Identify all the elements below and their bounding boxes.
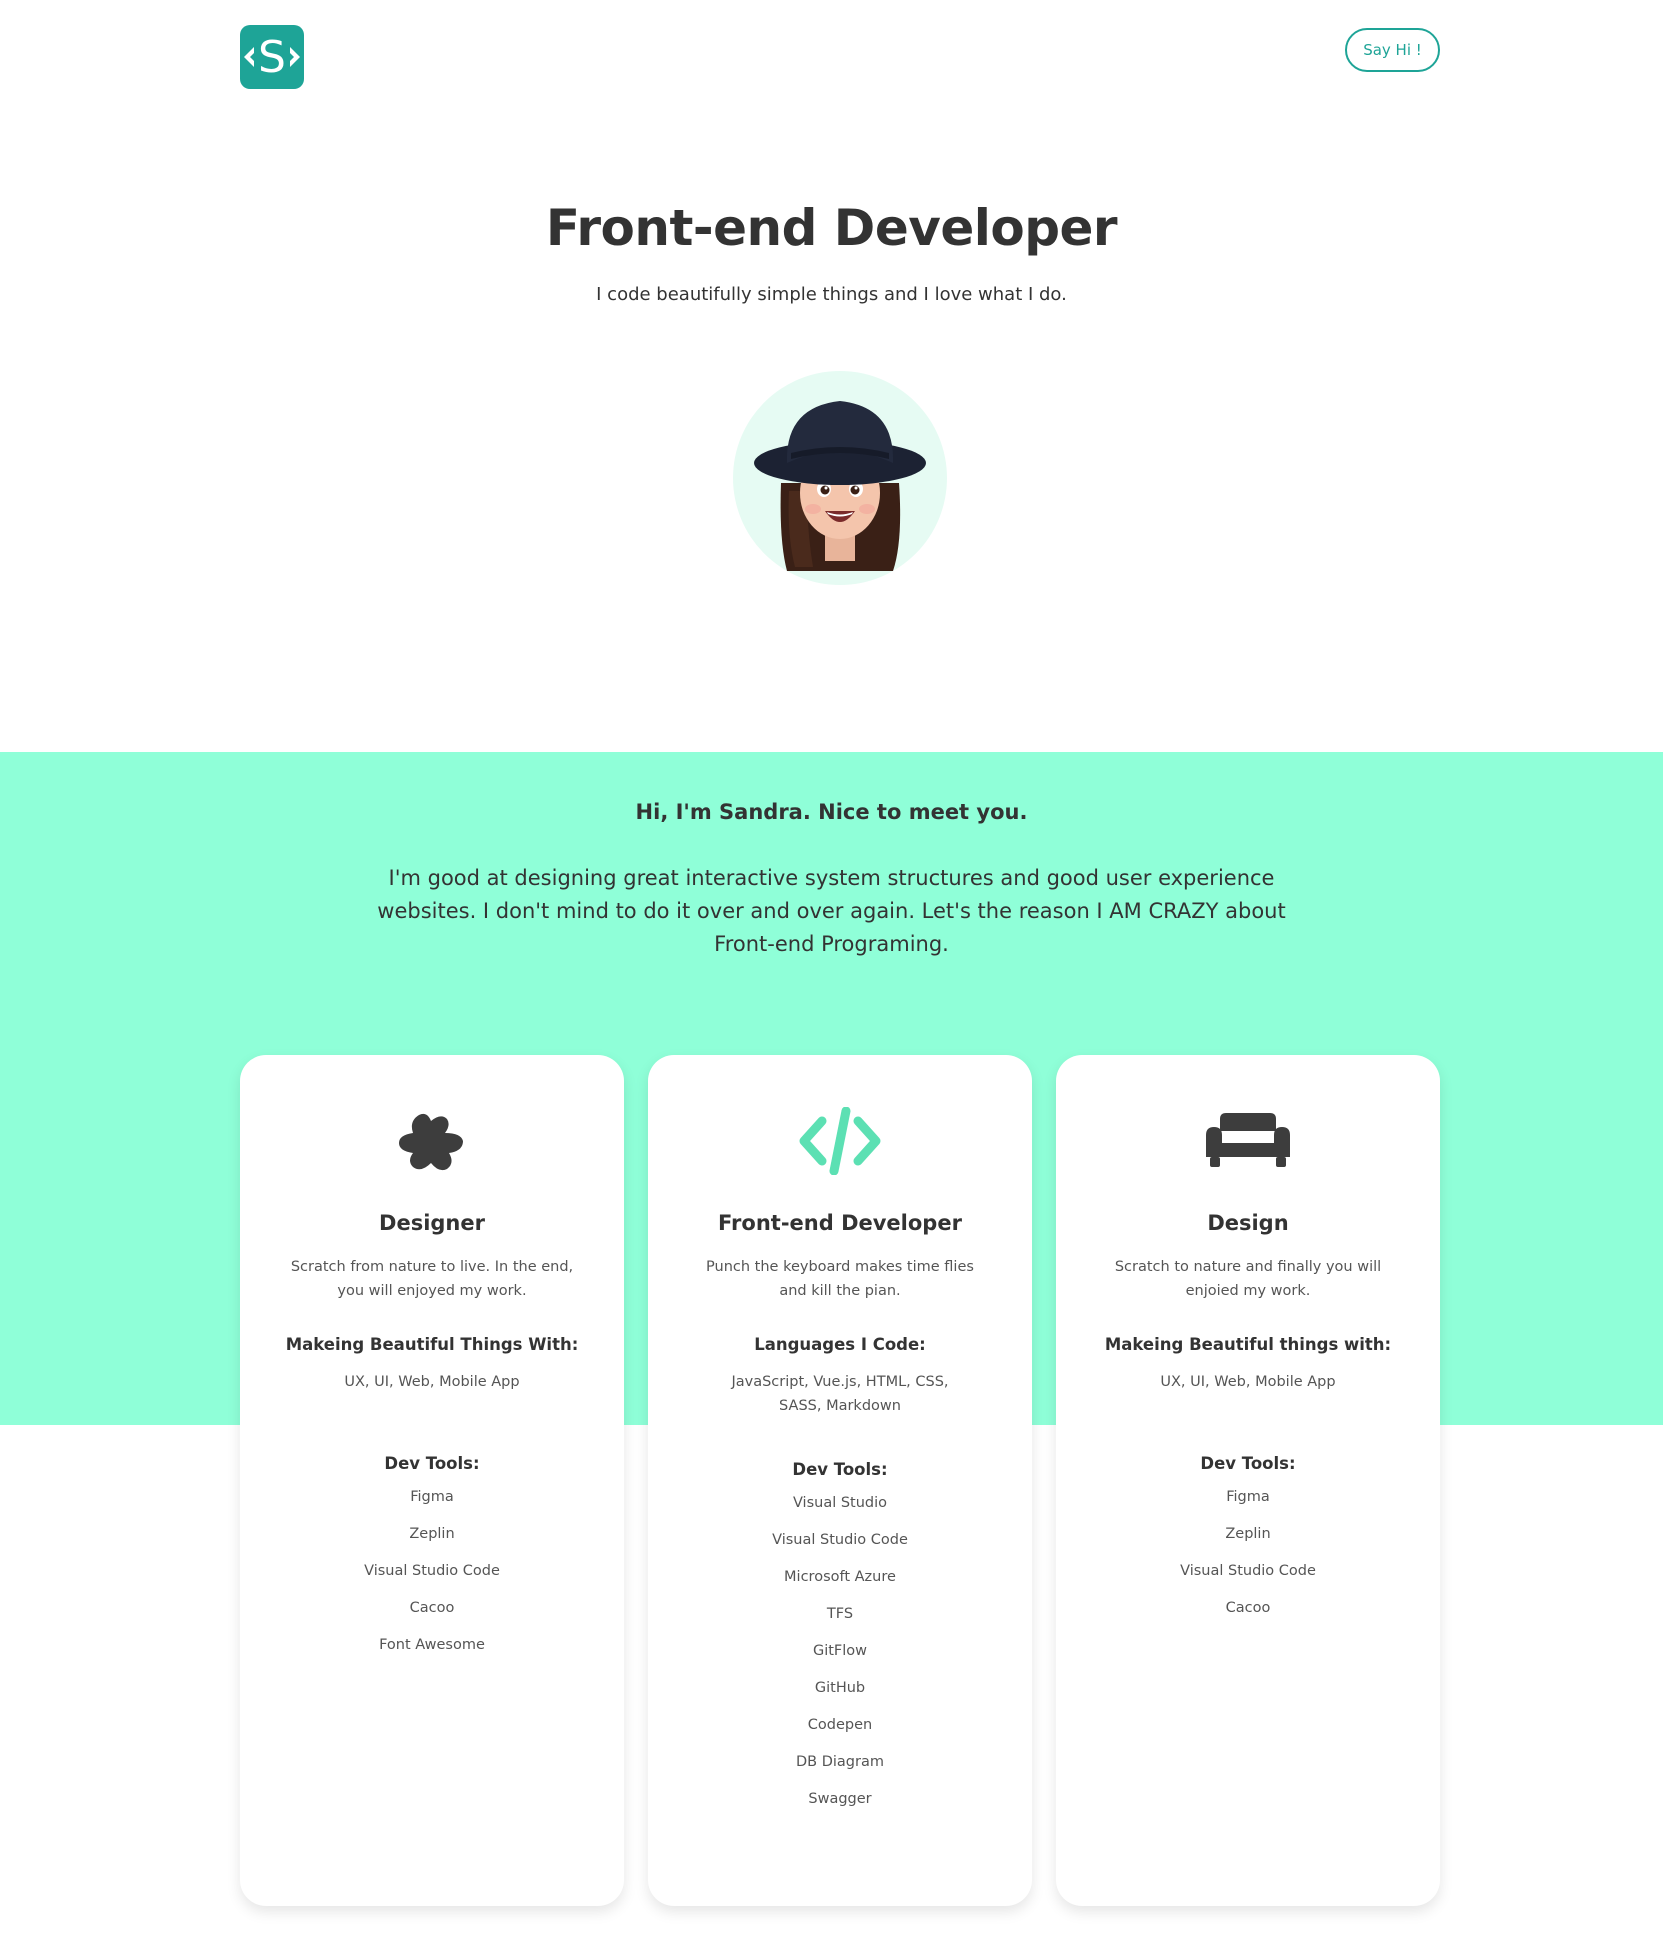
card-icon-wrapper <box>795 1105 885 1177</box>
card-title: Front-end Developer <box>718 1211 962 1235</box>
card-heading: Languages I Code: <box>754 1335 926 1354</box>
card-title: Design <box>1207 1211 1289 1235</box>
skill-card-designer: Designer Scratch from nature to live. In… <box>240 1055 624 1906</box>
list-item: Codepen <box>807 1717 873 1733</box>
card-description: Punch the keyboard makes time flies and … <box>706 1259 974 1299</box>
list-item: Font Awesome <box>379 1637 485 1653</box>
dev-tools-list: Visual Studio Visual Studio Code Microso… <box>648 1485 1032 1818</box>
list-item: Zeplin <box>1225 1526 1271 1542</box>
list-item: TFS <box>826 1606 854 1622</box>
card-description: Scratch from nature to live. In the end,… <box>290 1259 574 1299</box>
list-item: Visual Studio Code <box>364 1563 500 1579</box>
list-item: Visual Studio Code <box>1180 1563 1316 1579</box>
list-item: DB Diagram <box>796 1754 884 1770</box>
dev-tools-list: Figma Zeplin Visual Studio Code Cacoo Fo… <box>240 1479 624 1664</box>
card-title: Designer <box>379 1211 485 1235</box>
dev-tools-heading: Dev Tools: <box>1200 1454 1296 1473</box>
dev-tools-heading: Dev Tools: <box>792 1460 888 1479</box>
hero-subtitle: I code beautifully simple things and I l… <box>596 284 1067 305</box>
skill-card-design: Design Scratch to nature and finally you… <box>1056 1055 1440 1906</box>
logo[interactable]: S <box>240 25 304 89</box>
dev-tools-list: Figma Zeplin Visual Studio Code Cacoo <box>1056 1479 1440 1627</box>
memoji-avatar-image <box>754 401 926 571</box>
card-heading: Makeing Beautiful things with: <box>1104 1335 1392 1354</box>
hero-section: Front-end Developer I code beautifully s… <box>0 190 1663 305</box>
dev-tools-heading: Dev Tools: <box>384 1454 480 1473</box>
card-value: JavaScript, Vue.js, HTML, CSS, SASS, Mar… <box>731 1374 949 1414</box>
skill-card-frontend: Front-end Developer Punch the keyboard m… <box>648 1055 1032 1906</box>
list-item: Zeplin <box>409 1526 455 1542</box>
intro-text: I'm good at designing great interactive … <box>377 866 1286 956</box>
say-hi-button[interactable]: Say Hi ! <box>1345 28 1440 72</box>
list-item: Swagger <box>808 1791 872 1807</box>
list-item: Visual Studio <box>792 1495 888 1511</box>
intro-title: Hi, I'm Sandra. Nice to meet you. <box>635 800 1028 824</box>
card-icon-wrapper <box>387 1105 477 1177</box>
list-item: Figma <box>1226 1489 1270 1505</box>
card-icon-wrapper <box>1203 1105 1293 1177</box>
splat-star-icon <box>399 1113 463 1171</box>
list-item: Cacoo <box>409 1600 455 1616</box>
card-value: UX, UI, Web, Mobile App <box>1160 1374 1336 1390</box>
list-item: Visual Studio Code <box>772 1532 908 1548</box>
list-item: Cacoo <box>1225 1600 1271 1616</box>
list-item: Microsoft Azure <box>784 1569 896 1585</box>
card-heading: Makeing Beautiful Things With: <box>285 1335 579 1354</box>
logo-letter: S <box>258 32 286 83</box>
couch-icon <box>1206 1113 1290 1167</box>
card-description: Scratch to nature and finally you will e… <box>1114 1259 1382 1299</box>
card-value: UX, UI, Web, Mobile App <box>344 1374 520 1390</box>
code-icon <box>799 1107 881 1175</box>
list-item: Figma <box>410 1489 454 1505</box>
site-header: S Say Hi ! <box>0 0 1663 110</box>
avatar <box>733 371 947 585</box>
hero-title: Front-end Developer <box>545 199 1118 257</box>
about-intro: Hi, I'm Sandra. Nice to meet you. I'm go… <box>0 800 1663 961</box>
logo-icon: S <box>244 32 300 83</box>
list-item: GitFlow <box>812 1643 868 1659</box>
list-item: GitHub <box>814 1680 866 1696</box>
